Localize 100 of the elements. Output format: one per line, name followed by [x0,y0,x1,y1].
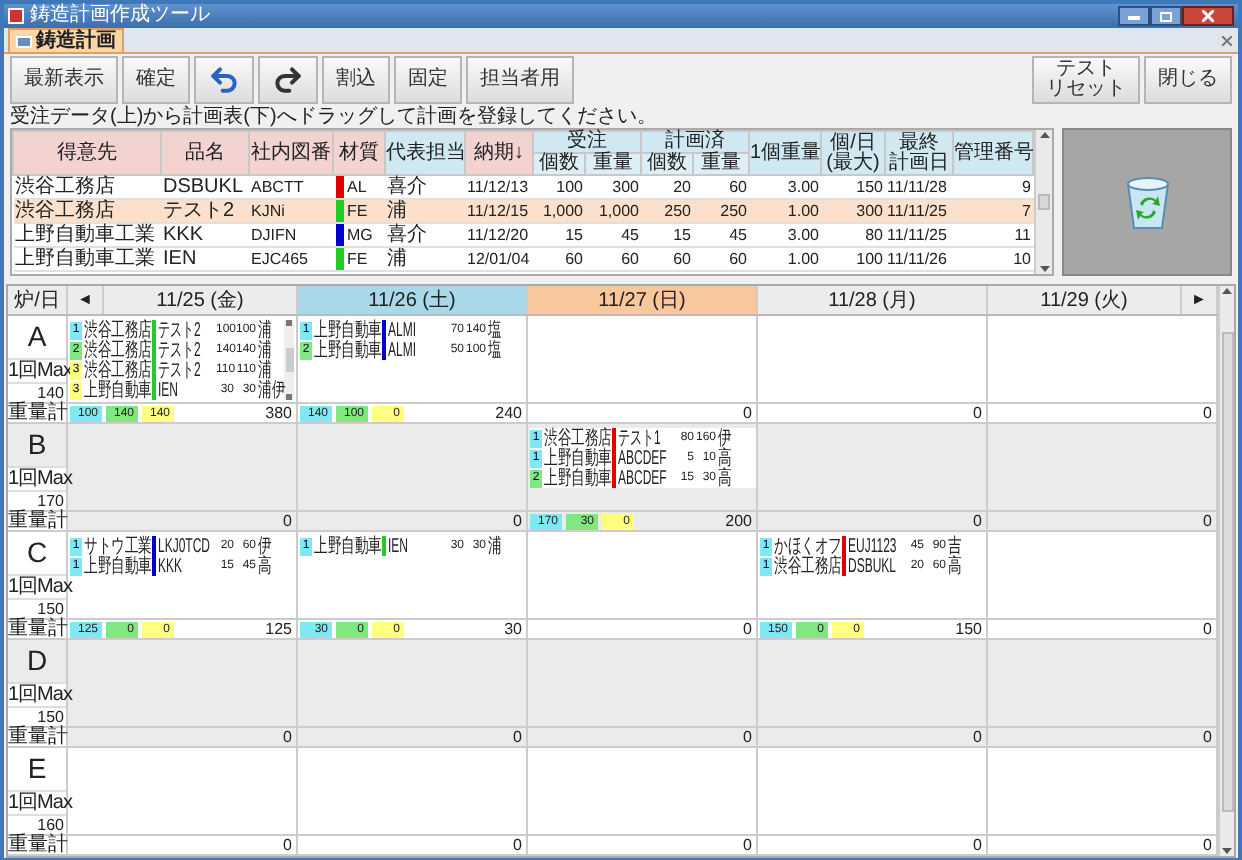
customer-name: 上野自動車 [84,382,152,402]
weight-total: 0 [973,512,982,530]
order-row[interactable]: 渋谷工務店 DSBUKL ABCTT AL 喜介 11/12/13 100 300 20 60 3.00 150 11/11/28 9 [13,175,1033,199]
scroll-thumb[interactable] [1038,194,1050,210]
close-button[interactable] [1182,6,1234,26]
column-header[interactable]: 個/日 (最大) [821,131,885,175]
product-name: ALMI [388,342,416,362]
weight-total: 200 [725,512,752,530]
toolbar-button[interactable]: テスト リセット [1032,56,1140,104]
handler-name: 高 [948,558,962,578]
order-row[interactable]: 渋谷工務店 テスト2 KJNi FE 浦 11/12/15 1,000 1,000 250 250 1.00 300 11/11/25 7 [13,199,1033,223]
handler-name: 吉 [948,538,962,558]
order-row[interactable]: 上野自動車工業 IEN EJC465 FE 浦 12/01/04 60 60 60 60 1.00 100 11/11/26 10 [13,247,1033,271]
column-header[interactable]: 管理番号 [953,131,1033,175]
close-icon[interactable] [1222,36,1232,46]
handler-name: 浦伊 [258,382,286,402]
handler-name: 伊 [258,538,272,558]
handler-name: 塩 [488,342,502,362]
table-cell: 浦 [385,247,465,271]
column-header[interactable]: 重量 [693,153,749,175]
column-header[interactable]: 得意先 [13,131,161,175]
column-header[interactable]: 社内図番 [249,131,333,175]
weight-total: 0 [973,836,982,854]
weight-total: 0 [1203,512,1212,530]
customer-name: 上野自動車 [84,558,152,578]
weight-total: 0 [973,404,982,422]
weight-total: 240 [495,404,522,422]
column-header[interactable]: 重量 [585,153,641,175]
product-name: ABCDEF [618,470,667,490]
product-name: EUJ1123 [848,538,897,558]
product-name: テスト1 [618,430,661,450]
total-label: 重量計 [8,512,68,530]
weight-total: 0 [283,836,292,854]
toolbar-button[interactable]: 担当者用 [466,56,574,104]
weight-total: 0 [973,728,982,746]
customer-name: 上野自動車 [314,342,382,362]
column-header[interactable]: 最終 計画日 [885,131,953,175]
customer-name: 上野自動車 [544,450,612,470]
day-header: 11/29 (火) [988,286,1180,314]
toolbar-button[interactable]: 確定 [122,56,190,104]
trash-drop-panel[interactable] [1062,128,1232,276]
weight-total: 0 [743,620,752,638]
scrollbar[interactable] [1034,130,1052,274]
scroll-up-icon[interactable] [1222,288,1232,294]
toolbar-button[interactable]: 割込 [322,56,390,104]
handler-name: 塩 [488,322,502,342]
total-label: 重量計 [8,404,68,422]
maximize-button[interactable] [1150,6,1182,26]
table-cell: FE [333,247,385,271]
document-tab[interactable]: 鋳造計画 [8,28,124,52]
customer-name: かほくオフ [774,538,842,558]
redo-button[interactable] [258,56,318,104]
undo-button[interactable] [194,56,254,104]
table-cell: 60 [585,247,641,271]
customer-name: 渋谷工務店 [84,342,152,362]
column-header[interactable]: 個数 [641,153,693,175]
scroll-thumb[interactable] [1221,331,1233,811]
instruction-text: 受注データ(上)から計画表(下)へドラッグして計画を登録してください。 [8,106,659,128]
weight-total: 0 [1203,404,1212,422]
scrollbar[interactable] [1218,286,1234,856]
handler-name: 高 [718,450,732,470]
weight-total: 0 [743,728,752,746]
undo-icon [208,64,240,96]
previous-button[interactable]: ◄ [68,286,104,314]
column-header[interactable]: 品名 [161,131,249,175]
scroll-down-icon[interactable] [1222,848,1232,854]
list-scrollbar[interactable] [284,320,294,400]
table-cell: 1.00 [749,247,821,271]
column-header[interactable]: 納期↓ [465,131,533,175]
column-group-header: 受注 [533,131,641,153]
product-name: KKK [158,558,182,578]
product-name: LKJ0TCD [158,538,211,558]
column-header[interactable]: 材質 [333,131,385,175]
recycle-bin-icon [1121,174,1173,230]
toolbar-button[interactable]: 閉じる [1144,56,1232,104]
corner-header: 炉/日 [8,286,68,314]
app-icon [8,8,24,24]
day-header: 11/26 (土) [298,286,526,314]
form-icon [16,35,32,47]
handler-name: 伊 [718,430,732,450]
handler-name: 高 [718,470,732,490]
next-button[interactable]: ► [1180,286,1216,314]
product-name: ABCDEF [618,450,667,470]
column-header[interactable]: 1個重量 [749,131,821,175]
table-cell: 12/01/04 [465,247,533,271]
table-cell: 100 [821,247,885,271]
order-row[interactable]: 上野自動車工業 KKK DJIFN MG 喜介 11/12/20 15 45 15 45 3.00 80 11/11/25 11 [13,223,1033,247]
scroll-down-icon[interactable] [1039,266,1049,272]
column-group-header: 計画済 [641,131,749,153]
customer-name: 上野自動車 [314,322,382,342]
column-header[interactable]: 代表担当 [385,131,465,175]
day-header: 11/27 (日) [528,286,756,314]
scroll-up-icon[interactable] [1039,132,1049,138]
day-header: 11/25 (金) [104,286,296,314]
toolbar-button[interactable]: 固定 [394,56,462,104]
weight-total: 30 [504,620,522,638]
minimize-button[interactable] [1118,6,1150,26]
customer-name: 渋谷工務店 [84,322,152,342]
toolbar-button[interactable]: 最新表示 [10,56,118,104]
column-header[interactable]: 個数 [533,153,585,175]
